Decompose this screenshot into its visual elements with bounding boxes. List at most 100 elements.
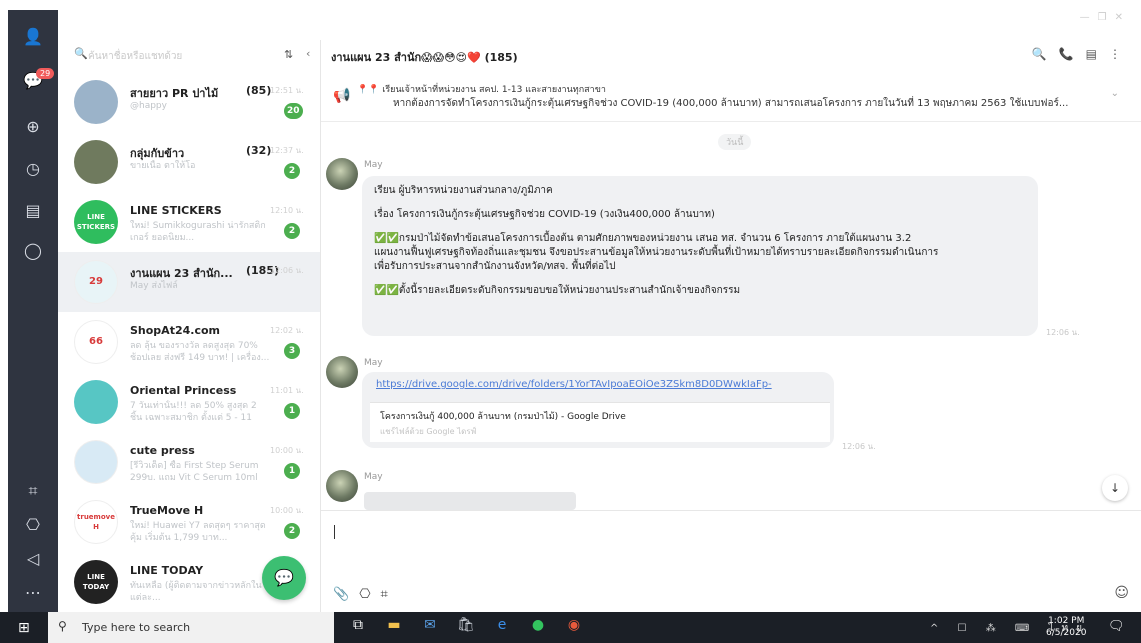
unread-badge: 2 — [284, 223, 300, 239]
avatar[interactable] — [326, 158, 358, 190]
attach-icon[interactable]: 📎 — [333, 587, 359, 602]
chat-time: 12:02 น. — [270, 326, 304, 335]
message-line: เรื่อง โครงการเงินกู้กระตุ้นเศรษฐกิจช่วย… — [374, 209, 715, 220]
search-input[interactable]: ค้นหาชื่อหรือแชทด้วย — [88, 49, 182, 64]
avatar: truemove H — [74, 500, 118, 544]
chat-list-item[interactable]: 66 ShopAt24.com ลด ลุ้น ของรางวัล ลดสูงสุด… — [58, 312, 320, 372]
unread-badge: 2 — [284, 523, 300, 539]
scroll-down-button[interactable]: ↓ — [1102, 475, 1128, 501]
chat-title-text: งานแผน 23 สำนัก😱😱😳😍❤️ — [331, 51, 481, 64]
note-icon[interactable]: ▤ — [22, 200, 44, 222]
mail-icon[interactable]: ✉ — [412, 617, 448, 633]
avatar: LINE TODAY — [74, 560, 118, 604]
chat-name: ShopAt24.com — [130, 324, 220, 337]
crop-icon[interactable]: ⌗ — [381, 587, 398, 602]
taskbar-apps: ⧉ ▬ ✉ 🛍 e ● ◉ — [340, 617, 592, 633]
task-view-icon[interactable]: ⧉ — [340, 617, 376, 633]
message-line — [374, 198, 1026, 208]
chat-list-item[interactable]: สายยาว PR ปาไม้ (85) @happy 12:51 น. 20 — [58, 72, 320, 132]
chat-preview: ทันเหลือ (ผู้ติดตามจากข่าวหลักในแต่ละ... — [130, 581, 262, 603]
chat-preview: ลด ลุ้น ของรางวัล ลดสูงสุด 70% ช้อปเลย ส… — [130, 341, 270, 363]
avatar[interactable] — [326, 356, 358, 388]
chat-list-item[interactable]: cute press [รีวิวเด็ด] ซื้อ First Step Se… — [58, 432, 320, 492]
chat-preview: [รีวิวเด็ด] ซื้อ First Step Serum 299บ. … — [130, 461, 259, 483]
sender-name: May — [364, 358, 383, 368]
chat-list-item[interactable]: 29 งานแผน 23 สำนัก... (185) May ส่งไฟล์ 12:0… — [58, 252, 320, 312]
unread-badge: 2 — [284, 163, 300, 179]
speaker-icon[interactable]: ◁ — [22, 548, 44, 570]
chat-time: 10:00 น. — [270, 446, 304, 455]
notes-icon[interactable]: ▤ — [1086, 47, 1109, 61]
clock-icon[interactable]: ◷ — [22, 158, 44, 180]
chat-time: 12:06 น. — [270, 266, 304, 275]
drive-link[interactable]: https://drive.google.com/drive/folders/1… — [376, 378, 826, 392]
new-chat-button[interactable]: 💬 — [262, 556, 306, 600]
unread-badge: 20 — [284, 103, 303, 119]
emoji-icon[interactable]: ☺ — [1114, 585, 1129, 601]
crop-icon[interactable]: ⌗ — [22, 480, 44, 502]
chat-time: 10:00 น. — [270, 506, 304, 515]
chat-preview: ใหม่! Huawei Y7 ลดสุดๆ ราคาสุดคุ้ม เริ่ม… — [130, 521, 266, 543]
sort-icon[interactable]: ⇅ — [284, 48, 293, 61]
chat-time: 12:37 น. — [270, 146, 304, 155]
line-icon[interactable]: ◯ — [22, 240, 44, 262]
chat-preview: @happy — [130, 101, 167, 111]
line-app-icon[interactable]: ● — [520, 617, 556, 633]
chat-preview: ขายเนื้อ ตาให้โอ — [130, 161, 196, 171]
avatar — [74, 140, 118, 184]
chat-name: LINE TODAY — [130, 564, 204, 577]
file-explorer-icon[interactable]: ▬ — [376, 617, 412, 633]
message-input[interactable]: 📎⎔⌗ ☺ — [321, 510, 1141, 612]
edge-icon[interactable]: e — [484, 617, 520, 633]
link-preview-card[interactable]: โครงการเงินกู้ 400,000 ล้านบาท (กรมป่าไม… — [370, 402, 830, 442]
unread-badge: 1 — [284, 463, 300, 479]
chat-name: Oriental Princess — [130, 384, 237, 397]
minimize-icon[interactable]: — — [1080, 12, 1098, 23]
image-attachment[interactable] — [364, 492, 576, 510]
chat-list-item[interactable]: Oriental Princess 7 วันเท่านั้น!!! ลด 50%… — [58, 372, 320, 432]
add-friend-icon[interactable]: ⊕ — [22, 116, 44, 138]
avatar — [74, 80, 118, 124]
chat-time: 12:10 น. — [270, 206, 304, 215]
search-icon[interactable]: 🔍 — [1032, 47, 1059, 61]
person-icon[interactable]: 👤 — [22, 26, 44, 48]
unread-badge: 1 — [284, 403, 300, 419]
avatar[interactable] — [326, 470, 358, 502]
chat-list-item[interactable]: truemove H TrueMove H ใหม่! Huawei Y7 ลดสุ… — [58, 492, 320, 552]
bookmark-icon[interactable]: ⎔ — [359, 587, 380, 602]
message-line: แผนงานฟื้นฟูเศรษฐกิจท้องถิ่นและชุมชน จึง… — [374, 247, 939, 258]
clock-time: 1:02 PM — [1048, 616, 1085, 626]
sender-name: May — [364, 160, 383, 170]
taskbar-search[interactable]: ⚲ Type here to search — [48, 612, 334, 643]
call-icon[interactable]: 📞 — [1059, 47, 1086, 61]
notification-icon[interactable]: 🗨 — [1108, 619, 1125, 634]
window-controls: —❐✕ — [1080, 12, 1131, 23]
maximize-icon[interactable]: ❐ — [1098, 12, 1115, 23]
chat-member-count: (85) — [246, 84, 272, 97]
collapse-icon[interactable]: ‹ — [306, 47, 310, 60]
announcement-bar[interactable]: 📢 📍📍 เรียนเจ้าหน้าที่หน่วยงาน สคป. 1-13 … — [321, 74, 1141, 122]
chat-preview: ใหม่! Sumikkogurashi น่ารักสติกเกอร์ ยอด… — [130, 221, 266, 243]
chat-list-item[interactable]: กลุ่มกับข้าว (32) ขายเนื้อ ตาให้โอ 12:37 น.… — [58, 132, 320, 192]
chevron-down-icon[interactable]: ⌄ — [1111, 88, 1119, 99]
avatar — [74, 380, 118, 424]
message-time: 12:06 น. — [1046, 328, 1080, 337]
message-line: ✅✅ตั้งนี้รายละเอียดระดับกิจกรรมขอบขอให้ห… — [374, 285, 741, 296]
card-subtitle: แชร์ไฟล์ด้วย Google ไดรฟ์ — [380, 427, 477, 436]
taskbar-search-text: Type here to search — [82, 621, 191, 634]
more-icon[interactable]: ⋯ — [22, 582, 44, 604]
chat-title: งานแผน 23 สำนัก😱😱😳😍❤️ (185) — [331, 48, 518, 66]
chrome-icon[interactable]: ◉ — [556, 617, 592, 633]
announcement-line2: หากต้องการจัดทำโครงการเงินกู้กระตุ้นเศรษ… — [393, 98, 1069, 109]
menu-icon[interactable]: ⋮ — [1109, 47, 1133, 61]
taskbar-clock[interactable]: 1:02 PM 6/5/2020 — [1046, 615, 1086, 639]
announcement-line1: 📍📍 เรียนเจ้าหน้าที่หน่วยงาน สคป. 1-13 แล… — [357, 85, 606, 95]
search-icon: 🔍 — [74, 47, 88, 60]
unread-badge: 3 — [284, 343, 300, 359]
chat-list-item[interactable]: LINE STICKERS LINE STICKERS ใหม่! Sumikkog… — [58, 192, 320, 252]
windows-start-icon[interactable]: ⊞ — [18, 620, 30, 636]
bookmark-icon[interactable]: ⎔ — [22, 514, 44, 536]
megaphone-icon: 📢 — [333, 88, 351, 104]
store-icon[interactable]: 🛍 — [448, 617, 484, 633]
close-icon[interactable]: ✕ — [1115, 12, 1131, 23]
